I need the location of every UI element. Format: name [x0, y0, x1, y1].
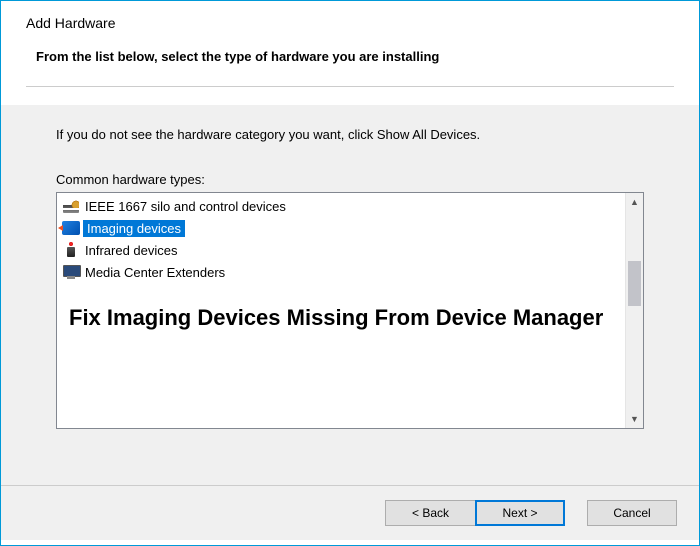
list-item[interactable]: Media Center Extenders — [57, 261, 625, 283]
imaging-icon — [61, 219, 81, 237]
list-item-label: Infrared devices — [83, 242, 180, 259]
hardware-list[interactable]: IEEE 1667 silo and control devices Imagi… — [57, 193, 625, 428]
list-item-label: Media Center Extenders — [83, 264, 227, 281]
hardware-listbox: IEEE 1667 silo and control devices Imagi… — [56, 192, 644, 429]
list-item-label: Imaging devices — [83, 220, 185, 237]
list-item[interactable]: IEEE 1667 silo and control devices — [57, 195, 625, 217]
list-item-label: IEEE 1667 silo and control devices — [83, 198, 288, 215]
wizard-subtitle: From the list below, select the type of … — [36, 49, 674, 64]
cancel-button[interactable]: Cancel — [587, 500, 677, 526]
scroll-up-arrow-icon[interactable]: ▲ — [626, 193, 643, 211]
infrared-icon — [61, 241, 81, 259]
wizard-header: Add Hardware From the list below, select… — [1, 1, 699, 105]
help-text: If you do not see the hardware category … — [56, 127, 644, 142]
wizard-footer: < Back Next > Cancel — [1, 485, 699, 540]
next-button[interactable]: Next > — [475, 500, 565, 526]
scroll-down-arrow-icon[interactable]: ▼ — [626, 410, 643, 428]
back-button[interactable]: < Back — [385, 500, 475, 526]
vertical-scrollbar[interactable]: ▲ ▼ — [625, 193, 643, 428]
window-title: Add Hardware — [26, 15, 674, 31]
nav-button-group: < Back Next > — [385, 500, 565, 526]
article-overlay-text: Fix Imaging Devices Missing From Device … — [57, 283, 617, 345]
list-item[interactable]: Imaging devices — [57, 217, 625, 239]
header-divider — [26, 86, 674, 87]
list-label: Common hardware types: — [56, 172, 644, 187]
silo-icon — [61, 197, 81, 215]
list-item[interactable]: Infrared devices — [57, 239, 625, 261]
wizard-content: If you do not see the hardware category … — [1, 105, 699, 485]
monitor-icon — [61, 263, 81, 281]
scroll-track[interactable] — [626, 211, 643, 410]
scroll-thumb[interactable] — [628, 261, 641, 306]
